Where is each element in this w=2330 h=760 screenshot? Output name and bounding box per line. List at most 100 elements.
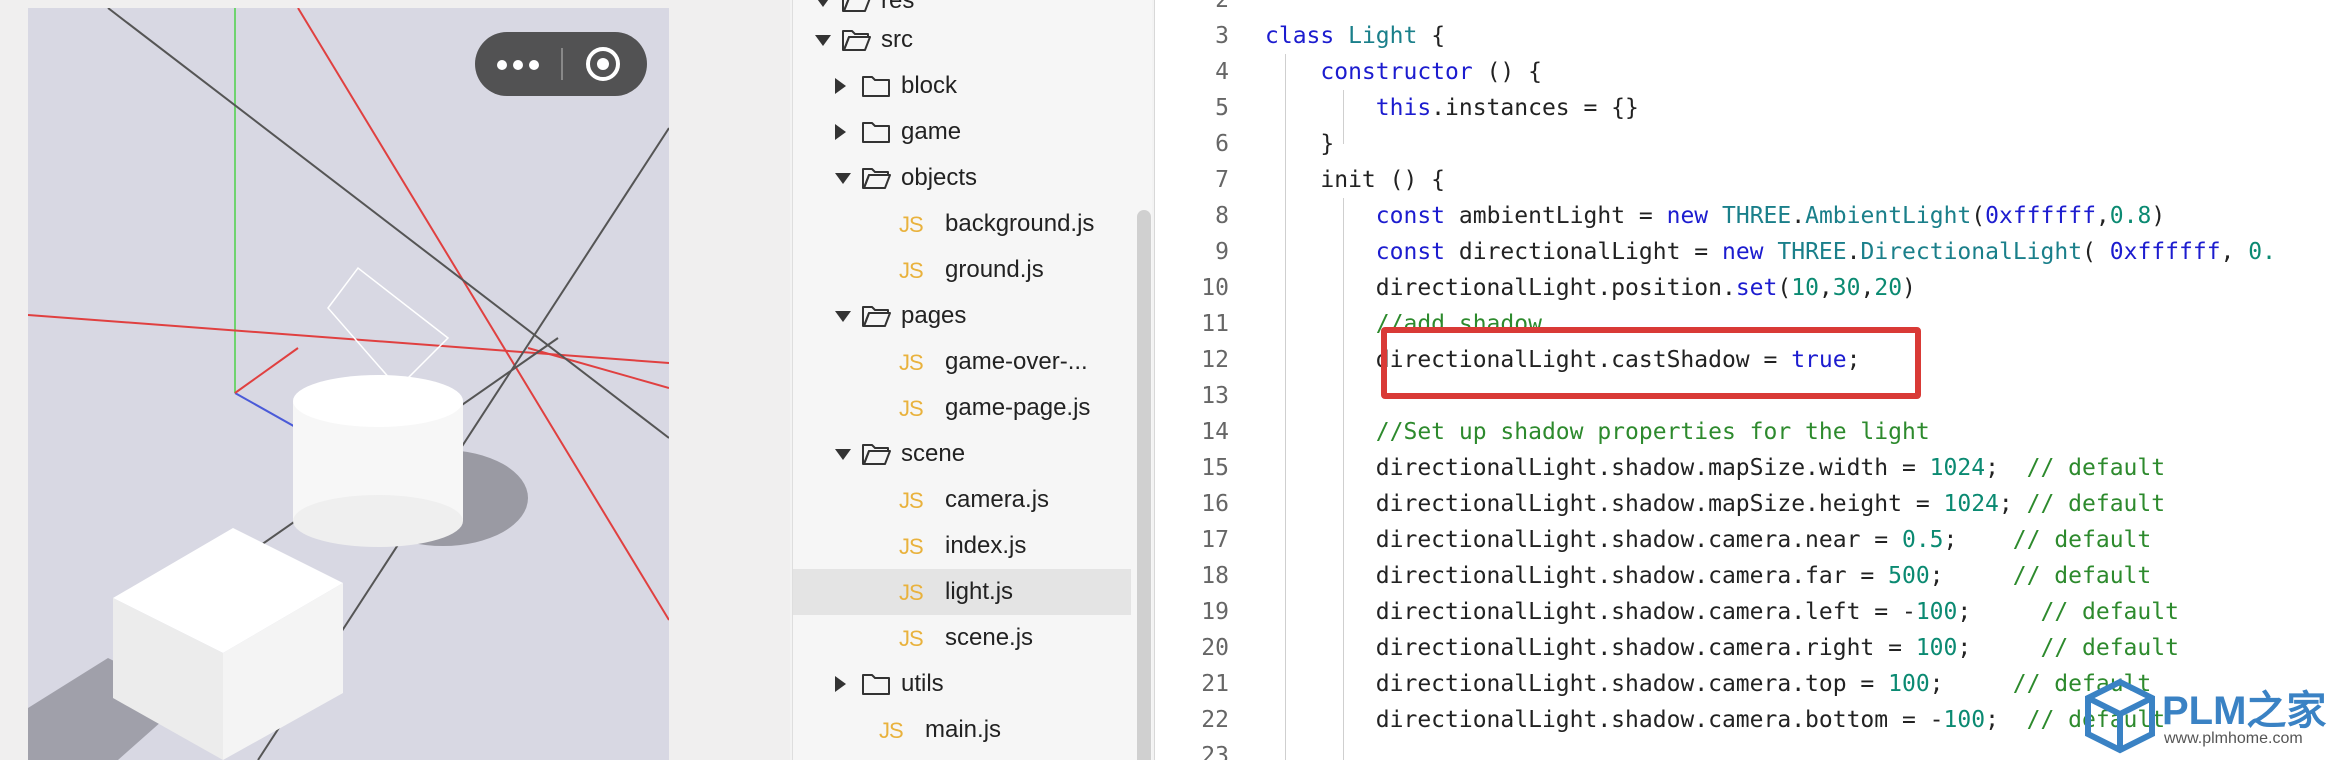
tree-item-label: camera.js: [945, 486, 1050, 513]
code-line: 20 directionalLight.shadow.camera.right …: [1155, 630, 2330, 666]
code-line: 9 const directionalLight = new THREE.Dir…: [1155, 234, 2330, 270]
code-text: directionalLight.shadow.camera.far = 500…: [1265, 563, 2152, 589]
code-line: 16 directionalLight.shadow.mapSize.heigh…: [1155, 486, 2330, 522]
tree-item-label: scene: [901, 440, 966, 467]
tree-item-label: ground.js: [945, 256, 1044, 283]
code-text: constructor () {: [1320, 59, 1542, 85]
tree-item-label: res: [881, 0, 915, 14]
folder-open-icon: [862, 444, 891, 465]
code-text: const directionalLight = new THREE.Direc…: [1375, 239, 2276, 265]
folder-icon: [862, 674, 890, 695]
code-line: 14 //Set up shadow properties for the li…: [1155, 414, 2330, 450]
tree-folder-pages[interactable]: pages: [793, 293, 1131, 339]
tree-item-label: game: [901, 118, 962, 145]
tree-folder-utils[interactable]: utils: [793, 661, 1131, 707]
folder-open-icon: [862, 168, 891, 189]
tree-file-ground-js[interactable]: JS ground.js: [793, 247, 1131, 293]
chevron-down-icon[interactable]: [835, 449, 851, 460]
tree-file-camera-js[interactable]: JS camera.js: [793, 477, 1131, 523]
code-line: 3 class Light {: [1155, 18, 2330, 54]
tree-item-label: game-page.js: [945, 394, 1091, 421]
tree-file-game-over-[interactable]: JS game-over-...: [793, 339, 1131, 385]
javascript-file-icon: JS: [899, 396, 924, 421]
code-text: directionalLight.shadow.camera.bottom = …: [1265, 707, 2166, 733]
tree-file-scene-js[interactable]: JS scene.js: [793, 615, 1131, 661]
watermark-url: www.plmhome.com: [2164, 730, 2303, 747]
chevron-right-icon[interactable]: [835, 124, 846, 140]
tree-item-label: block: [901, 72, 958, 99]
javascript-file-icon: JS: [899, 534, 924, 559]
javascript-file-icon: JS: [899, 258, 924, 283]
folder-open-icon: [862, 306, 891, 327]
watermark-logo: PLM之家 www.plmhome.com: [2080, 670, 2330, 760]
cube-logo-icon: [2085, 678, 2155, 754]
javascript-file-icon: JS: [899, 488, 924, 513]
tree-file-background-js[interactable]: JS background.js: [793, 201, 1131, 247]
tree-item-label: utils: [901, 670, 944, 697]
tree-item-label: index.js: [945, 532, 1027, 559]
code-text: const ambientLight = new THREE.AmbientLi…: [1375, 203, 2166, 229]
light-helper-line: [527, 347, 669, 389]
shadow-camera-frustum: [327, 266, 450, 390]
code-text: directionalLight.shadow.mapSize.width = …: [1265, 455, 2166, 481]
folder-icon: [862, 76, 890, 97]
tree-file-game-page-js[interactable]: JS game-page.js: [793, 385, 1131, 431]
code-line: 19 directionalLight.shadow.camera.left =…: [1155, 594, 2330, 630]
tree-item-label: scene.js: [945, 624, 1034, 651]
highlight-annotation-box: [1381, 327, 1921, 399]
tree-item-label: light.js: [945, 578, 1014, 605]
code-line: 2: [1215, 0, 1229, 13]
code-text: directionalLight.shadow.camera.top = 100…: [1265, 671, 2152, 697]
folder-open-icon: [842, 30, 871, 51]
code-line: 6 }: [1155, 126, 2330, 162]
3d-scene: [28, 8, 669, 760]
code-line: 18 directionalLight.shadow.camera.far = …: [1155, 558, 2330, 594]
chevron-down-icon[interactable]: [835, 173, 851, 184]
tree-item-label: pages: [901, 302, 967, 329]
code-text: init () {: [1265, 167, 1446, 193]
code-line: 4 constructor () {: [1155, 54, 2330, 90]
code-line: 5 this.instances = {}: [1155, 90, 2330, 126]
code-text: directionalLight.shadow.camera.left = -1…: [1265, 599, 2179, 625]
code-line: 15 directionalLight.shadow.mapSize.width…: [1155, 450, 2330, 486]
chevron-down-icon[interactable]: [835, 311, 851, 322]
javascript-file-icon: JS: [899, 212, 924, 237]
watermark-name: PLM之家: [2162, 689, 2327, 733]
chevron-down-icon[interactable]: [815, 35, 831, 46]
code-text: directionalLight.position.set(10,30,20): [1265, 275, 1916, 301]
code-editor[interactable]: 2 3 class Light { 4 constructor () { 5 th…: [1154, 0, 2330, 760]
code-text: class Light {: [1265, 23, 1446, 49]
file-tree-scrollbar[interactable]: [1137, 210, 1151, 760]
tree-folder-game[interactable]: game: [793, 109, 1131, 155]
tree-folder-block[interactable]: block: [793, 63, 1131, 109]
tree-file-index-js[interactable]: JS index.js: [793, 523, 1131, 569]
target-circle-icon[interactable]: [563, 32, 647, 96]
cylinder-bottom: [293, 495, 463, 547]
chevron-down-icon[interactable]: [815, 0, 831, 7]
file-explorer: res src block game objects JS background.js JS g…: [792, 0, 1152, 760]
mini-program-capsule: [475, 32, 647, 96]
tree-folder-objects[interactable]: objects: [793, 155, 1131, 201]
javascript-file-icon: JS: [899, 350, 924, 375]
tree-item-label: game-over-...: [945, 348, 1088, 375]
light-helper-line: [28, 314, 669, 364]
game-preview-viewport[interactable]: [28, 8, 669, 760]
javascript-file-icon: JS: [879, 718, 904, 743]
code-line: 10 directionalLight.position.set(10,30,2…: [1155, 270, 2330, 306]
code-text: directionalLight.shadow.camera.near = 0.…: [1265, 527, 2152, 553]
code-text: this.instances = {}: [1375, 95, 1639, 121]
chevron-right-icon[interactable]: [835, 676, 846, 692]
code-text: }: [1265, 131, 1335, 157]
code-line: 17 directionalLight.shadow.camera.near =…: [1155, 522, 2330, 558]
tree-file-light-js[interactable]: JS light.js: [793, 569, 1131, 615]
tree-folder-scene[interactable]: scene: [793, 431, 1131, 477]
tree-file-main-js[interactable]: JS main.js: [793, 707, 1131, 753]
code-line: 8 const ambientLight = new THREE.Ambient…: [1155, 198, 2330, 234]
javascript-file-icon: JS: [899, 580, 924, 605]
code-text: //Set up shadow properties for the light: [1265, 419, 1930, 445]
chevron-right-icon[interactable]: [835, 78, 846, 94]
tree-item-label: objects: [901, 164, 978, 191]
tree-folder-src[interactable]: src: [793, 17, 1131, 63]
more-dots-icon[interactable]: [475, 32, 561, 96]
javascript-file-icon: JS: [899, 626, 924, 651]
